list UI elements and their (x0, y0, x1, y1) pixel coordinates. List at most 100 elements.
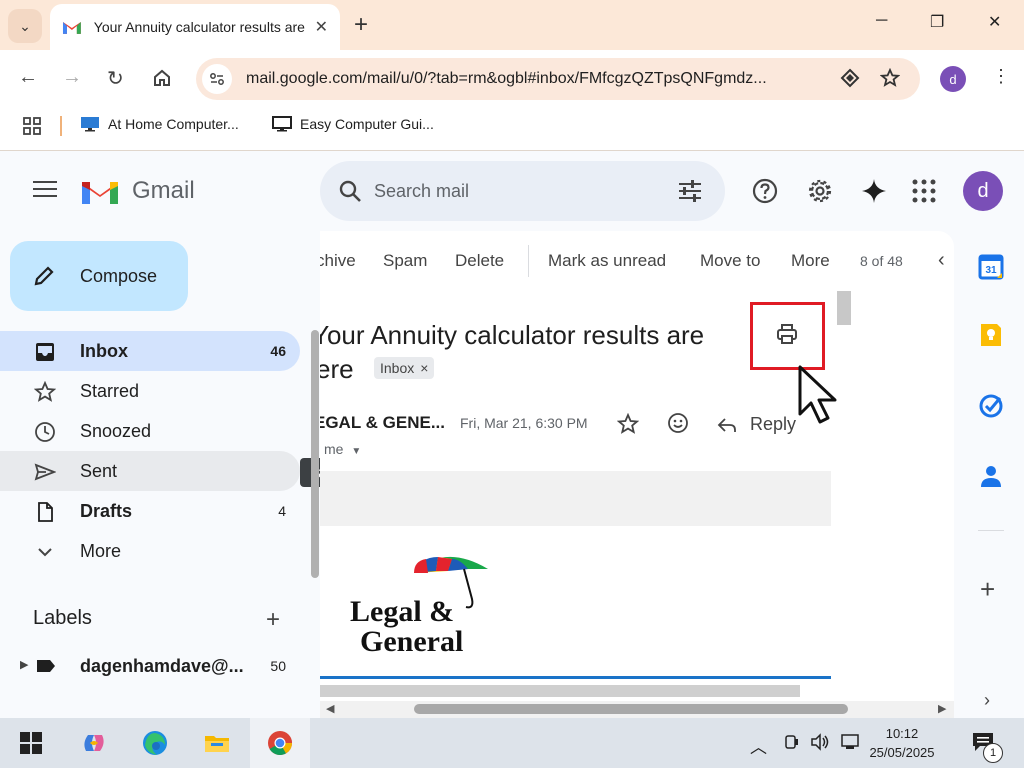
bookmark-separator (60, 116, 62, 136)
gemini-sparkle-icon[interactable] (860, 177, 888, 205)
restore-icon[interactable]: ❐ (930, 12, 944, 32)
sidebar-item-sent[interactable]: Sent (0, 451, 300, 491)
recipient-details[interactable]: me ▼ (324, 441, 361, 457)
minimize-icon[interactable]: ─ (876, 12, 887, 30)
google-apps-icon[interactable] (910, 177, 938, 205)
forward-icon[interactable]: → (62, 66, 82, 89)
remove-label-icon[interactable]: × (420, 360, 428, 376)
scroll-right-icon[interactable]: ▶ (938, 702, 946, 715)
sidebar-item-drafts[interactable]: Drafts 4 (0, 491, 300, 531)
email-subject: Your Annuity calculator results are (320, 320, 705, 350)
sidebar-item-label: Inbox (80, 341, 128, 361)
star-icon[interactable] (617, 413, 639, 435)
network-icon[interactable] (840, 733, 862, 751)
bookmark-star-icon[interactable] (880, 68, 900, 88)
sidebar-item-more[interactable]: More (0, 531, 300, 571)
delete-button[interactable]: Delete (455, 251, 504, 271)
extension-diamond-icon[interactable] (840, 68, 860, 88)
hide-side-panel-icon[interactable]: › (984, 690, 990, 711)
get-addons-icon[interactable]: + (980, 574, 995, 605)
archive-button[interactable]: chive (320, 251, 356, 271)
sidebar-label-item[interactable]: ▶ dagenhamdave@... 50 (0, 650, 300, 682)
account-avatar[interactable]: d (963, 171, 1003, 211)
svg-text:31: 31 (985, 265, 997, 276)
bookmarks-bar: At Home Computer... Easy Computer Gui... (0, 108, 1024, 151)
calendar-icon[interactable]: 31 (978, 254, 1004, 280)
back-icon[interactable]: ← (18, 66, 38, 89)
tasks-icon[interactable] (978, 393, 1004, 419)
tab-close-icon[interactable]: ✕ (315, 17, 328, 37)
label-tag-icon (37, 660, 55, 672)
mouse-pointer-icon (798, 365, 837, 424)
reply-icon[interactable] (716, 414, 738, 436)
label-count: 50 (270, 658, 286, 674)
mark-unread-button[interactable]: Mark as unread (548, 251, 666, 271)
bookmark-item[interactable]: At Home Computer... (80, 116, 239, 132)
sidebar-item-label: Starred (80, 381, 140, 401)
main-menu-icon[interactable] (33, 180, 57, 198)
sidebar-item-inbox[interactable]: Inbox 46 (0, 331, 300, 371)
draft-count: 4 (278, 503, 286, 519)
settings-gear-icon[interactable] (806, 177, 834, 205)
keep-notes-icon[interactable] (978, 322, 1004, 348)
contacts-icon[interactable] (978, 463, 1004, 489)
reload-icon[interactable]: ↻ (107, 66, 124, 91)
notification-badge: 1 (983, 743, 1003, 763)
bookmark-item[interactable]: Easy Computer Gui... (272, 116, 434, 132)
inbox-label-chip: Inbox × (374, 357, 435, 379)
tab-search-chevron-icon[interactable]: ⌄ (8, 9, 42, 43)
add-label-icon[interactable]: + (266, 606, 280, 634)
emoji-reaction-icon[interactable] (667, 412, 689, 434)
browser-profile-avatar[interactable]: d (940, 66, 966, 92)
home-icon[interactable] (152, 68, 172, 88)
search-options-icon[interactable] (677, 178, 703, 204)
scrollbar-thumb[interactable] (414, 704, 848, 714)
search-input[interactable] (374, 180, 664, 202)
clock-icon (35, 422, 55, 442)
gmail-m-icon (82, 182, 118, 204)
chrome-icon[interactable] (266, 729, 294, 757)
search-icon[interactable] (338, 179, 362, 203)
message-vertical-scrollbar[interactable] (837, 291, 851, 325)
address-bar[interactable]: mail.google.com/mail/u/0/?tab=rm&ogbl#in… (196, 58, 920, 100)
site-info-icon[interactable] (202, 64, 232, 94)
expand-triangle-icon[interactable]: ▶ (20, 658, 28, 671)
windows-start-icon[interactable] (17, 729, 45, 757)
caret-down-icon[interactable]: ▼ (351, 446, 361, 457)
window-close-icon[interactable]: ✕ (988, 12, 1001, 32)
email-placeholder-bar (320, 685, 800, 697)
sidebar-scrollbar[interactable] (311, 330, 319, 578)
sidebar-item-label: More (80, 541, 122, 561)
browser-menu-icon[interactable]: ⋮ (992, 66, 1010, 87)
volume-icon[interactable] (810, 733, 830, 751)
compose-button[interactable]: Compose (10, 241, 188, 311)
reply-button[interactable]: Reply (750, 414, 796, 435)
show-hidden-icons-chevron-icon[interactable]: ︿ (750, 733, 767, 758)
new-tab-icon[interactable]: + (354, 11, 368, 39)
horizontal-scrollbar[interactable]: ◀ ▶ (320, 701, 954, 718)
edge-browser-icon[interactable] (141, 729, 169, 757)
scroll-left-icon[interactable]: ◀ (326, 702, 334, 715)
gmail-logo[interactable]: Gmail (80, 176, 195, 206)
bookmark-label: At Home Computer... (108, 116, 239, 132)
draft-file-icon (38, 502, 53, 522)
monitor-icon (272, 116, 292, 132)
help-icon[interactable] (751, 177, 779, 205)
copilot-icon[interactable] (80, 729, 108, 757)
file-explorer-icon[interactable] (203, 729, 231, 757)
spam-button[interactable]: Spam (383, 251, 427, 271)
previous-message-icon[interactable]: ‹ (938, 249, 945, 272)
system-clock[interactable]: 10:12 25/05/2025 (866, 724, 938, 762)
sidebar-item-snoozed[interactable]: Snoozed (0, 411, 300, 451)
browser-tab[interactable]: Your Annuity calculator results are here… (50, 4, 340, 50)
apps-grid-icon[interactable] (22, 116, 42, 136)
more-button[interactable]: More (791, 251, 830, 271)
logo-text-line2: General (360, 625, 463, 658)
sidebar-item-starred[interactable]: Starred (0, 371, 300, 411)
message-toolbar: chive Spam Delete Mark as unread Move to… (320, 231, 954, 291)
move-to-button[interactable]: Move to (700, 251, 760, 271)
meet-now-icon[interactable] (784, 733, 800, 751)
recipient-label: me (324, 441, 344, 457)
sender-name[interactable]: EGAL & GENE... (320, 413, 445, 433)
search-bar[interactable] (320, 161, 725, 221)
